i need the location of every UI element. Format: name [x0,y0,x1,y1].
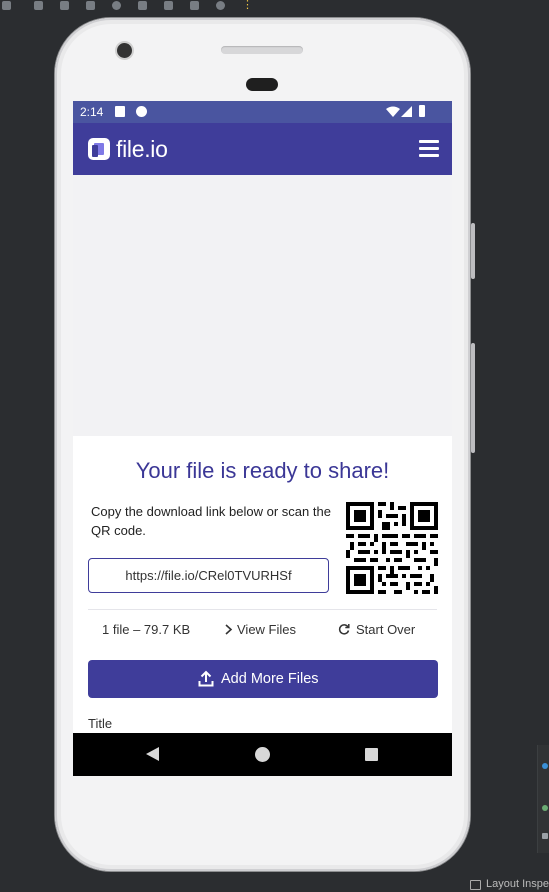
ide-toolbar: ⋮ [0,0,549,14]
status-bar: 2:14 [73,101,452,123]
layout-inspector-icon[interactable] [470,880,481,890]
camera-icon[interactable] [164,1,173,10]
earpiece-speaker [221,46,303,54]
back-icon[interactable] [86,1,95,10]
view-files-label: View Files [237,622,297,637]
upload-icon [198,670,214,687]
battery-icon [419,105,425,117]
proximity-sensor [246,78,278,91]
device-screen: 2:14 file.io Your file is ready to share… [73,101,452,776]
system-nav-bar [73,733,452,776]
app-bar: file.io [73,123,452,175]
rotate-right-icon[interactable] [60,1,69,10]
rotate-icon[interactable] [34,1,43,10]
start-over-button[interactable]: Start Over [338,622,415,637]
share-link-field[interactable]: https://file.io/CRel0TVURHSf [88,558,329,593]
sync-icon [136,106,147,117]
snapshot-icon[interactable] [216,1,225,10]
share-link-text[interactable]: https://file.io/CRel0TVURHSf [89,568,328,583]
wifi-icon [386,106,400,117]
share-instructions: Copy the download link below or scan the… [91,504,331,538]
panel-indicator [542,763,548,769]
video-icon[interactable] [190,1,199,10]
ad-placeholder [73,175,452,436]
view-files-button[interactable]: View Files [224,622,296,637]
menu-icon[interactable] [419,140,439,158]
ide-status-strip: Layout Inspe [0,876,549,892]
volume-button [471,223,475,279]
volume-icon[interactable] [2,1,11,10]
power-button [471,343,475,453]
ide-side-panel [537,745,549,853]
status-time: 2:14 [80,105,104,119]
signal-icon [401,106,412,117]
layout-inspector-tab[interactable]: Layout Inspe [486,878,549,890]
more-options-icon[interactable]: ⋮ [242,0,253,11]
panel-indicator [542,833,548,839]
panel-indicator [542,805,548,811]
start-over-label: Start Over [356,622,416,637]
stop-icon[interactable] [138,1,147,10]
refresh-icon [338,624,350,635]
qr-code-icon [346,502,438,594]
logo-text[interactable]: file.io [116,136,168,163]
title-label: Title [88,716,113,731]
share-headline: Your file is ready to share! [135,458,390,483]
nav-recents-icon[interactable] [365,748,378,761]
logo-icon[interactable] [88,138,110,160]
chevron-right-icon [225,624,233,635]
nav-back-icon[interactable] [146,747,159,761]
sd-card-icon [115,106,125,117]
home-icon[interactable] [112,1,121,10]
share-card: Your file is ready to share! Copy the do… [73,436,452,733]
add-more-files-label: Add More Files [221,671,319,687]
nav-home-icon[interactable] [255,747,270,762]
divider [88,609,437,610]
file-info: 1 file – 79.7 KB [102,622,191,637]
add-more-files-button[interactable]: Add More Files [88,660,438,698]
front-camera [117,43,132,58]
